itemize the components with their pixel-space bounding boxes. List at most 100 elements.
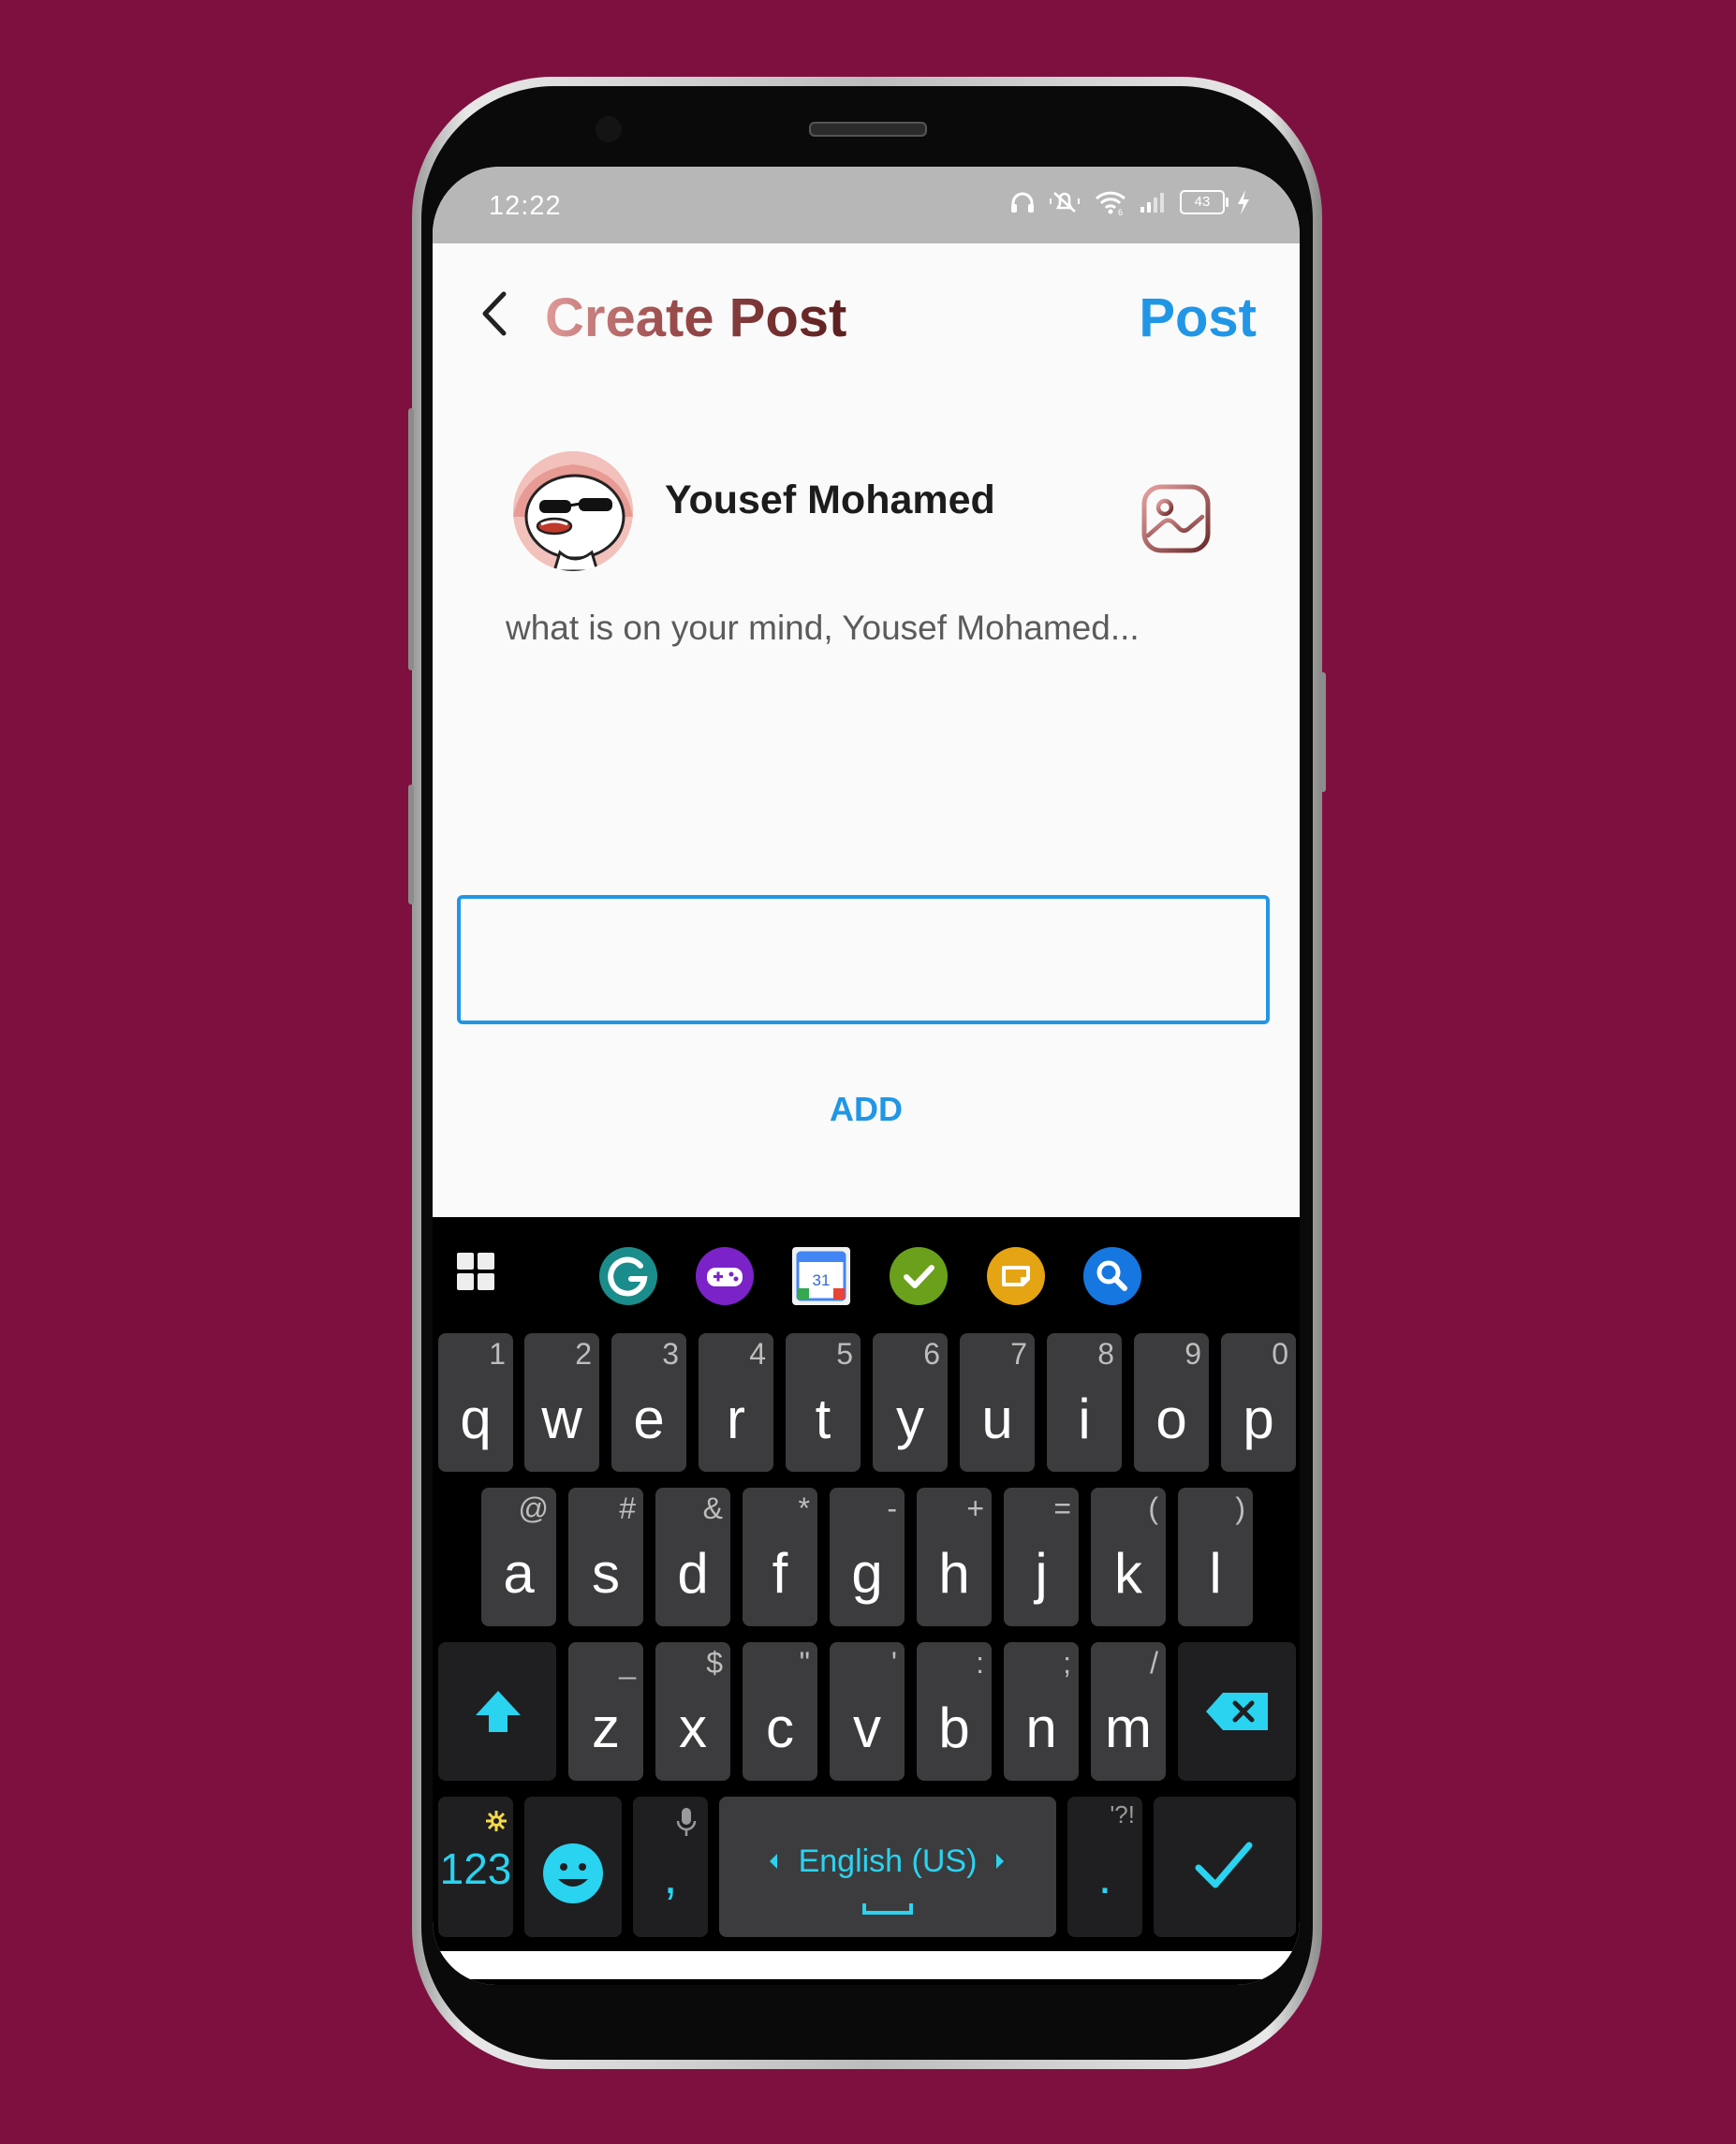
apps-grid-icon[interactable] bbox=[455, 1251, 496, 1292]
post-prompt: what is on your mind, Yousef Mohamed... bbox=[506, 609, 1140, 647]
headphones-icon bbox=[1011, 192, 1034, 213]
key-x[interactable]: $ x bbox=[655, 1642, 730, 1781]
post-text-input[interactable] bbox=[457, 895, 1270, 1024]
space-key[interactable]: English (US) bbox=[719, 1797, 1056, 1937]
status-icons: 6 43 bbox=[1009, 189, 1251, 215]
key-hint-label: ; bbox=[1063, 1646, 1071, 1680]
add-button[interactable]: ADD bbox=[433, 1090, 1300, 1129]
key-label: x bbox=[679, 1696, 707, 1759]
numbers-key[interactable]: 123 bbox=[438, 1797, 513, 1937]
keyboard: 31 1q 2w 3e 4r 5t 6y 7u 8i 9o 0p @ a # s… bbox=[433, 1217, 1300, 1985]
key-label: l bbox=[1209, 1542, 1222, 1605]
key-hint-label: 6 bbox=[923, 1337, 940, 1371]
grammarly-icon[interactable] bbox=[599, 1247, 657, 1305]
key-label: d bbox=[677, 1542, 709, 1605]
key-label: . bbox=[1097, 1850, 1112, 1904]
key-h[interactable]: + h bbox=[917, 1488, 992, 1626]
emoji-key[interactable] bbox=[524, 1797, 622, 1937]
key-hint-label: 9 bbox=[1184, 1337, 1201, 1371]
key-n[interactable]: ; n bbox=[1004, 1642, 1079, 1781]
key-f[interactable]: * f bbox=[743, 1488, 817, 1626]
key-label: q bbox=[460, 1388, 492, 1450]
calendar-icon[interactable]: 31 bbox=[792, 1247, 850, 1305]
key-hint-label: ( bbox=[1148, 1491, 1158, 1525]
key-v[interactable]: ' v bbox=[830, 1642, 905, 1781]
key-hint-label: 8 bbox=[1097, 1337, 1114, 1371]
battery-icon: 43 bbox=[1180, 190, 1228, 214]
backspace-key[interactable] bbox=[1178, 1642, 1296, 1781]
key-b[interactable]: :b bbox=[917, 1642, 992, 1781]
period-key[interactable]: '?! . bbox=[1067, 1797, 1142, 1937]
svg-text:6: 6 bbox=[1118, 208, 1123, 215]
key-e[interactable]: 3e bbox=[611, 1333, 686, 1472]
key-hint-label: 3 bbox=[662, 1337, 679, 1371]
back-button[interactable] bbox=[468, 281, 524, 346]
key-label: p bbox=[1243, 1388, 1274, 1450]
shift-arrow-icon bbox=[476, 1691, 521, 1732]
avatar bbox=[513, 451, 633, 571]
status-time: 12:22 bbox=[489, 191, 562, 221]
games-icon[interactable] bbox=[696, 1247, 754, 1305]
key-hint-label: & bbox=[702, 1491, 723, 1525]
key-r[interactable]: 4r bbox=[699, 1333, 773, 1472]
key-a[interactable]: @ a bbox=[481, 1488, 556, 1626]
key-j[interactable]: = j bbox=[1004, 1488, 1079, 1626]
checkmark-enter-icon bbox=[1195, 1842, 1253, 1888]
key-i[interactable]: 8i bbox=[1047, 1333, 1122, 1472]
key-label: u bbox=[981, 1388, 1013, 1450]
search-icon[interactable] bbox=[1083, 1247, 1141, 1305]
key-p[interactable]: 0p bbox=[1221, 1333, 1296, 1472]
key-label: b bbox=[938, 1696, 970, 1759]
shift-key[interactable] bbox=[438, 1642, 556, 1781]
key-hint-label: = bbox=[1053, 1491, 1071, 1525]
enter-key[interactable] bbox=[1154, 1797, 1296, 1937]
key-s[interactable]: # s bbox=[568, 1488, 643, 1626]
front-camera bbox=[596, 116, 622, 142]
key-m[interactable]: / m bbox=[1091, 1642, 1166, 1781]
calendar-day: 31 bbox=[813, 1271, 831, 1289]
checkmark-icon[interactable] bbox=[890, 1247, 948, 1305]
key-label: y bbox=[896, 1388, 924, 1450]
key-hint-label: '?! bbox=[1110, 1800, 1135, 1828]
key-hint-label: @ bbox=[518, 1491, 549, 1525]
key-o[interactable]: 9o bbox=[1134, 1333, 1209, 1472]
key-q[interactable]: 1q bbox=[438, 1333, 513, 1472]
key-label: g bbox=[851, 1542, 883, 1605]
key-hint-label: # bbox=[619, 1491, 636, 1525]
key-t[interactable]: 5t bbox=[786, 1333, 861, 1472]
key-g[interactable]: -g bbox=[830, 1488, 905, 1626]
key-u[interactable]: 7u bbox=[960, 1333, 1035, 1472]
key-hint-label: $ bbox=[706, 1646, 723, 1680]
key-hint-label: _ bbox=[619, 1646, 636, 1680]
space-bar-icon bbox=[862, 1903, 913, 1915]
key-w[interactable]: 2w bbox=[524, 1333, 599, 1472]
key-hint-label: 7 bbox=[1010, 1337, 1027, 1371]
bixby-button bbox=[408, 785, 414, 904]
key-l[interactable]: ) l bbox=[1178, 1488, 1253, 1626]
post-button[interactable]: Post bbox=[1139, 286, 1257, 349]
key-label: c bbox=[766, 1696, 794, 1759]
key-label: k bbox=[1114, 1542, 1142, 1605]
app-bar: Create Post Post bbox=[433, 243, 1300, 384]
key-hint-label: * bbox=[798, 1491, 810, 1525]
key-hint-label: 1 bbox=[489, 1337, 506, 1371]
comma-key[interactable]: , bbox=[633, 1797, 708, 1937]
key-label: a bbox=[503, 1542, 535, 1605]
key-d[interactable]: & d bbox=[655, 1488, 730, 1626]
key-label: 123 bbox=[439, 1844, 512, 1893]
key-label: i bbox=[1078, 1388, 1091, 1450]
key-y[interactable]: 6y bbox=[873, 1333, 948, 1472]
power-button bbox=[1320, 672, 1326, 792]
add-image-button[interactable] bbox=[1139, 481, 1214, 556]
key-label: h bbox=[938, 1542, 970, 1605]
key-c[interactable]: " c bbox=[743, 1642, 817, 1781]
volume-button bbox=[408, 408, 414, 670]
avatar-cartoon bbox=[513, 451, 633, 571]
navigation-strip bbox=[440, 1951, 1292, 1979]
key-z[interactable]: _ z bbox=[568, 1642, 643, 1781]
key-k[interactable]: (k bbox=[1091, 1488, 1166, 1626]
sticker-icon[interactable] bbox=[987, 1247, 1045, 1305]
key-label: j bbox=[1035, 1542, 1048, 1605]
mute-icon bbox=[1050, 192, 1080, 213]
key-hint-label: ' bbox=[890, 1646, 897, 1680]
